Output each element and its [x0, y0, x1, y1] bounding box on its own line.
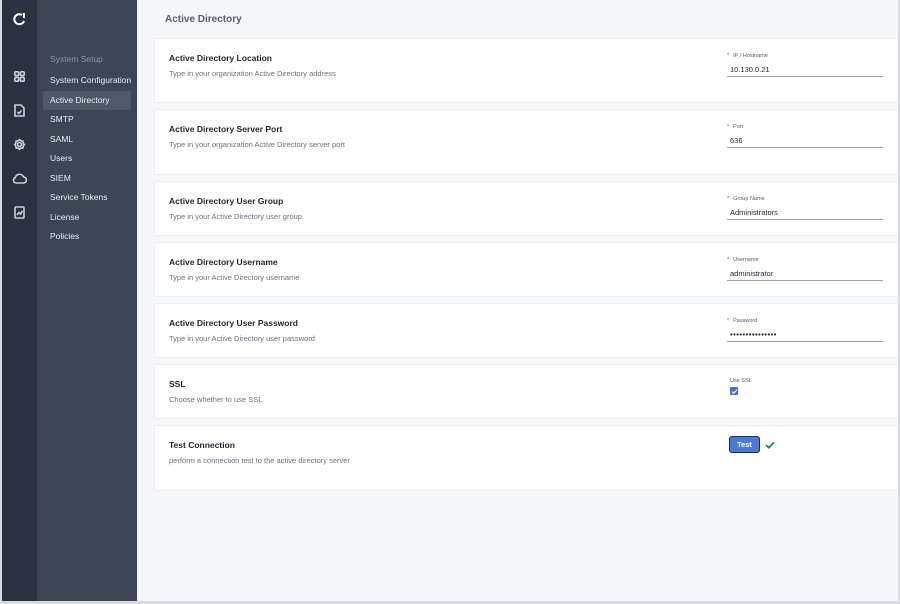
username-field: * Username: [727, 256, 883, 281]
subnav-item-users[interactable]: Users: [43, 149, 131, 169]
port-title: Active Directory Server Port: [169, 124, 283, 134]
password-label: Password: [733, 318, 758, 324]
settings-cards: Active Directory Location Type in your o…: [154, 38, 898, 497]
user-group-title: Active Directory User Group: [169, 196, 284, 206]
password-field: * Password: [727, 317, 883, 342]
test-controls: Test: [729, 436, 775, 453]
port-field: * Port: [727, 123, 883, 148]
page-title: Active Directory: [165, 14, 242, 25]
checkbox-check-icon: [731, 388, 737, 394]
subnav-item-active-directory[interactable]: Active Directory: [43, 90, 131, 110]
password-input[interactable]: [727, 328, 883, 342]
settings-gear-icon[interactable]: [10, 134, 30, 154]
subnav-item-license[interactable]: License: [43, 208, 131, 228]
subnav-item-saml[interactable]: SAML: [43, 130, 131, 150]
required-mark: *: [727, 53, 730, 59]
use-ssl-label: Use SSL: [730, 378, 752, 384]
ip-hostname-input[interactable]: [727, 63, 883, 77]
location-card: Active Directory Location Type in your o…: [154, 38, 898, 103]
port-description: Type in your organization Active Directo…: [169, 140, 345, 149]
password-card: Active Directory User Password Type in y…: [154, 303, 898, 358]
port-card: Active Directory Server Port Type in you…: [154, 109, 898, 175]
report-icon[interactable]: [10, 202, 30, 222]
test-button[interactable]: Test: [729, 436, 760, 453]
password-description: Type in your Active Directory user passw…: [169, 334, 315, 343]
location-title: Active Directory Location: [169, 53, 272, 63]
test-connection-title: Test Connection: [169, 440, 235, 450]
required-mark: *: [727, 124, 730, 130]
use-ssl-field: Use SSL: [730, 378, 752, 395]
required-mark: *: [727, 196, 730, 202]
username-input[interactable]: [727, 267, 883, 281]
port-label: Port: [733, 124, 744, 130]
settings-subnav: System Setup System Configuration Active…: [37, 0, 137, 601]
required-mark: *: [727, 257, 730, 263]
logo-icon[interactable]: [10, 10, 30, 30]
main-content: Active Directory Active Directory Locati…: [137, 0, 898, 601]
ssl-card: SSL Choose whether to use SSL Use SSL: [154, 364, 898, 419]
icon-rail: [2, 0, 37, 601]
subnav-item-policies[interactable]: Policies: [43, 227, 131, 247]
app-frame: System Setup System Configuration Active…: [2, 0, 898, 601]
subnav-heading: System Setup: [50, 54, 103, 64]
document-icon[interactable]: [10, 100, 30, 120]
subnav-item-smtp[interactable]: SMTP: [43, 110, 131, 130]
group-name-field: * Group Name: [727, 195, 883, 220]
subnav-item-system-configuration[interactable]: System Configuration: [43, 71, 131, 91]
location-field: * IP / Hostname: [727, 52, 883, 77]
test-connection-card: Test Connection perform a connection tes…: [154, 425, 898, 491]
username-description: Type in your Active Directory username: [169, 273, 300, 282]
location-description: Type in your organization Active Directo…: [169, 69, 336, 78]
user-group-description: Type in your Active Directory user group: [169, 212, 302, 221]
subnav-item-service-tokens[interactable]: Service Tokens: [43, 188, 131, 208]
ip-hostname-label: IP / Hostname: [733, 53, 768, 59]
port-input[interactable]: [727, 134, 883, 148]
dashboard-grid-icon[interactable]: [10, 66, 30, 86]
password-title: Active Directory User Password: [169, 318, 298, 328]
group-name-input[interactable]: [727, 206, 883, 220]
group-name-label: Group Name: [733, 196, 765, 202]
use-ssl-checkbox[interactable]: [730, 387, 738, 395]
required-mark: *: [727, 318, 730, 324]
cloud-icon[interactable]: [10, 168, 30, 188]
ssl-description: Choose whether to use SSL: [169, 395, 263, 404]
subnav-item-siem[interactable]: SIEM: [43, 169, 131, 189]
check-success-icon: [765, 441, 775, 449]
username-card: Active Directory Username Type in your A…: [154, 242, 898, 297]
test-connection-description: perform a connection test to the active …: [169, 456, 350, 465]
username-label: Username: [733, 257, 759, 263]
ssl-title: SSL: [169, 379, 186, 389]
user-group-card: Active Directory User Group Type in your…: [154, 181, 898, 236]
username-title: Active Directory Username: [169, 257, 278, 267]
